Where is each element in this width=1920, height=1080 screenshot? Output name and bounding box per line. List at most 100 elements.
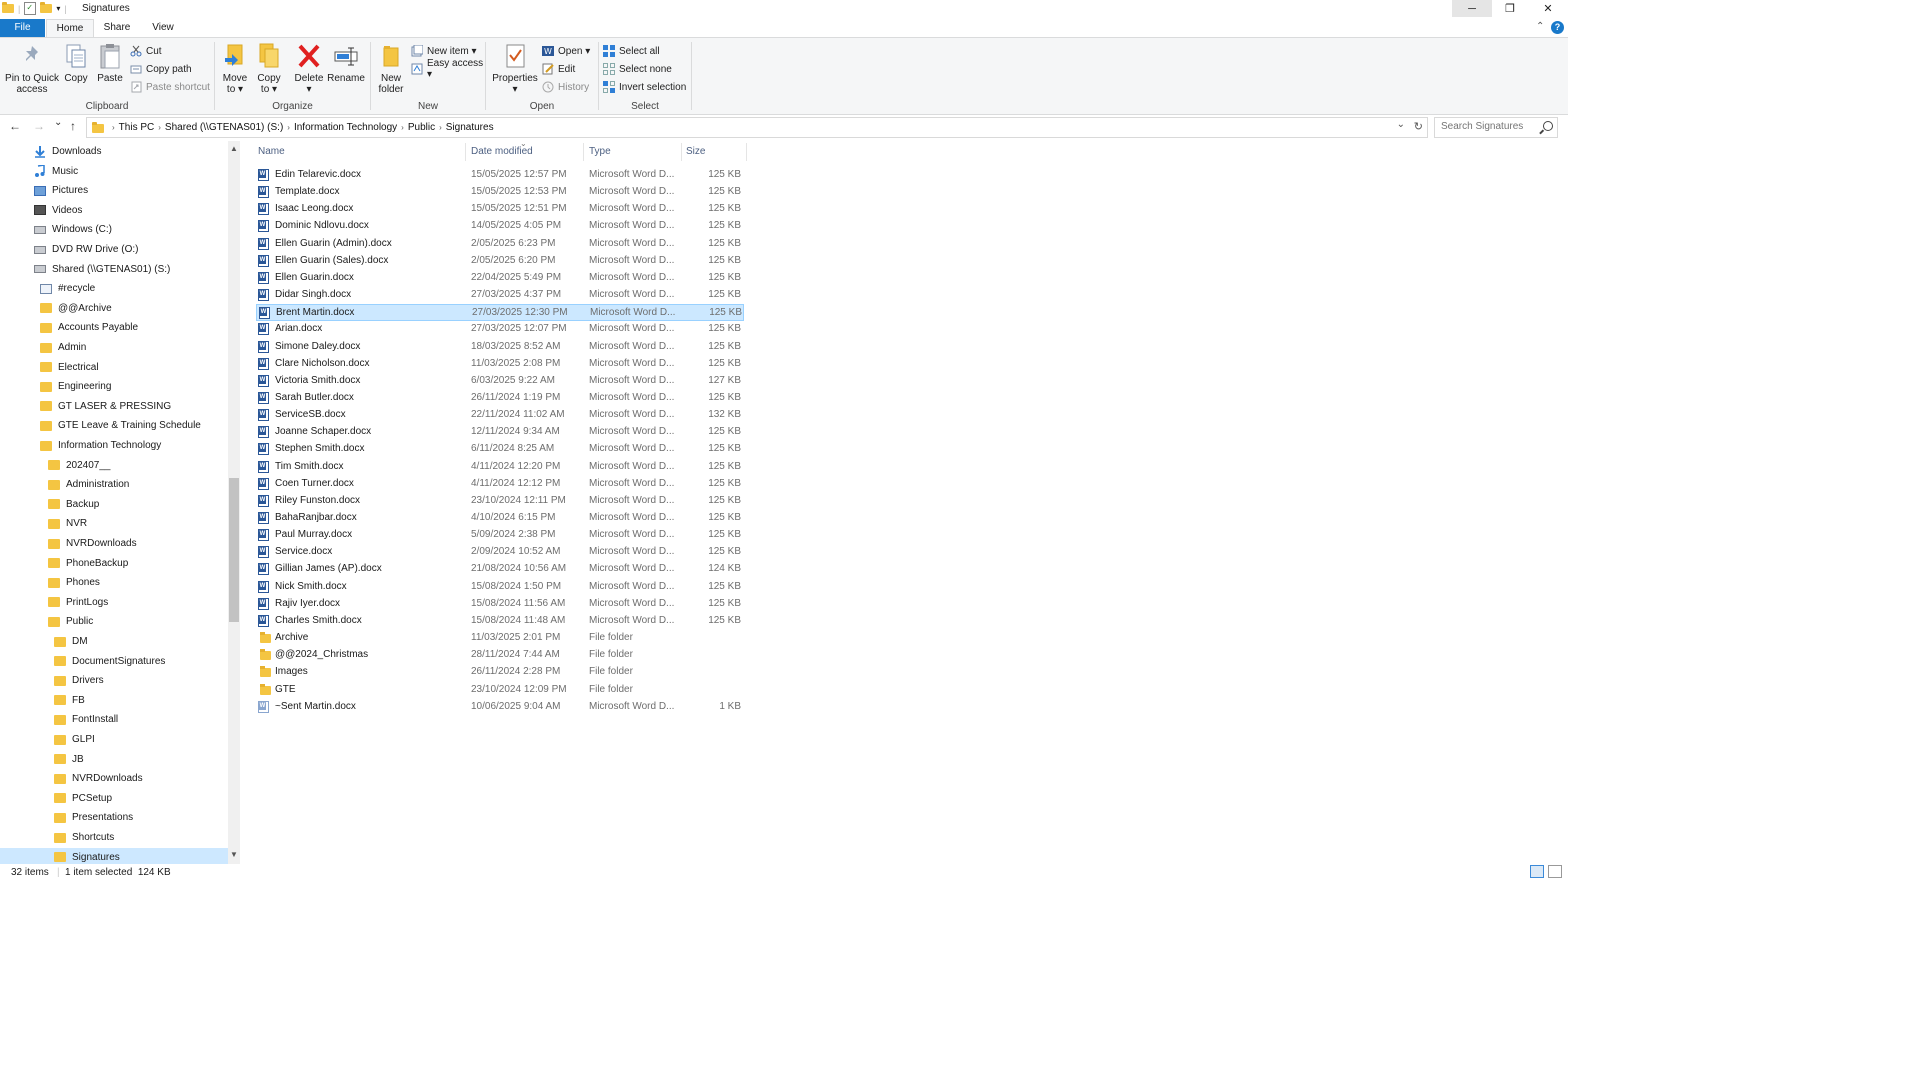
- file-row[interactable]: Archive 11/03/2025 2:01 PM File folder: [256, 630, 744, 647]
- file-row[interactable]: GTE 23/10/2024 12:09 PM File folder: [256, 682, 744, 699]
- file-row[interactable]: @@2024_Christmas 28/11/2024 7:44 AM File f…: [256, 647, 744, 664]
- file-row[interactable]: Isaac Leong.docx 15/05/2025 12:51 PM Micro…: [256, 201, 744, 218]
- nav-item[interactable]: Electrical: [40, 358, 99, 377]
- nav-item[interactable]: PrintLogs: [48, 593, 108, 612]
- nav-item[interactable]: #recycle: [40, 279, 95, 298]
- file-row[interactable]: Clare Nicholson.docx 11/03/2025 2:08 PM Mi…: [256, 356, 744, 373]
- nav-item[interactable]: Backup: [48, 495, 99, 514]
- nav-item[interactable]: DocumentSignatures: [54, 652, 165, 671]
- file-row[interactable]: Dominic Ndlovu.docx 14/05/2025 4:05 PM Mic…: [256, 218, 744, 235]
- nav-item[interactable]: GT LASER & PRESSING: [40, 397, 171, 416]
- copy-button[interactable]: Copy: [62, 42, 90, 84]
- nav-item[interactable]: Engineering: [40, 377, 111, 396]
- file-row[interactable]: Stephen Smith.docx 6/11/2024 8:25 AM Micro…: [256, 441, 744, 458]
- refresh-button[interactable]: ↻: [1414, 120, 1423, 133]
- nav-item[interactable]: Presentations: [54, 808, 133, 827]
- file-row[interactable]: Sarah Butler.docx 26/11/2024 1:19 PM Micro…: [256, 390, 744, 407]
- column-divider[interactable]: [465, 143, 466, 161]
- nav-item[interactable]: Accounts Payable: [40, 318, 138, 337]
- search-input[interactable]: [1435, 118, 1537, 135]
- nav-item[interactable]: 202407__: [48, 456, 111, 475]
- new-item-button[interactable]: New item ▾: [411, 44, 476, 58]
- nav-item[interactable]: Public: [48, 612, 93, 631]
- file-row[interactable]: Riley Funston.docx 23/10/2024 12:11 PM Mic…: [256, 493, 744, 510]
- collapse-ribbon-button[interactable]: ⌃: [1536, 21, 1544, 32]
- file-row[interactable]: Joanne Schaper.docx 12/11/2024 9:34 AM Mic…: [256, 424, 744, 441]
- breadcrumb-separator[interactable]: ›: [401, 123, 404, 132]
- file-row[interactable]: Didar Singh.docx 27/03/2025 4:37 PM Micros…: [256, 287, 744, 304]
- edit-button[interactable]: Edit: [542, 62, 575, 76]
- paste-button[interactable]: Paste: [96, 42, 124, 84]
- file-row[interactable]: Charles Smith.docx 15/08/2024 11:48 AM Mic…: [256, 613, 744, 630]
- address-dropdown-button[interactable]: ⌄: [1397, 119, 1405, 130]
- nav-item[interactable]: Information Technology: [40, 436, 161, 455]
- nav-scrollbar-thumb[interactable]: [229, 478, 239, 622]
- nav-item[interactable]: Shared (\\GTENAS01) (S:): [34, 260, 170, 279]
- nav-item[interactable]: FB: [54, 691, 85, 710]
- nav-item[interactable]: Windows (C:): [34, 220, 112, 239]
- file-row[interactable]: Images 26/11/2024 2:28 PM File folder: [256, 664, 744, 681]
- column-divider[interactable]: [583, 143, 584, 161]
- pin-to-quick-access-button[interactable]: Pin to Quick access: [4, 42, 60, 95]
- file-row[interactable]: Service.docx 2/09/2024 10:52 AM Microsoft …: [256, 544, 744, 561]
- breadcrumb-this-pc[interactable]: This PC: [119, 122, 155, 133]
- breadcrumb-separator[interactable]: ›: [287, 123, 290, 132]
- nav-item[interactable]: Administration: [48, 475, 129, 494]
- file-row[interactable]: Ellen Guarin.docx 22/04/2025 5:49 PM Micro…: [256, 270, 744, 287]
- up-button[interactable]: ↑: [70, 119, 76, 133]
- file-row[interactable]: Coen Turner.docx 4/11/2024 12:12 PM Micros…: [256, 476, 744, 493]
- back-button[interactable]: ←: [9, 119, 21, 133]
- history-button[interactable]: History: [542, 80, 589, 94]
- nav-item[interactable]: DM: [54, 632, 88, 651]
- easy-access-button[interactable]: Easy access ▾: [411, 58, 485, 80]
- file-row[interactable]: Ellen Guarin (Admin).docx 2/05/2025 6:23 …: [256, 236, 744, 253]
- select-none-button[interactable]: Select none: [603, 62, 672, 76]
- recent-locations-button[interactable]: ⌄: [54, 117, 62, 128]
- file-row[interactable]: Tim Smith.docx 4/11/2024 12:20 PM Microsof…: [256, 459, 744, 476]
- nav-item[interactable]: FontInstall: [54, 710, 118, 729]
- nav-item[interactable]: Admin: [40, 338, 86, 357]
- nav-item[interactable]: GLPI: [54, 730, 95, 749]
- file-row[interactable]: Victoria Smith.docx 6/03/2025 9:22 AM Micr…: [256, 373, 744, 390]
- nav-item[interactable]: Signatures: [0, 847, 228, 864]
- cut-button[interactable]: Cut: [130, 44, 162, 58]
- forward-button[interactable]: →: [33, 119, 45, 133]
- invert-selection-button[interactable]: Invert selection: [603, 80, 686, 94]
- tab-file[interactable]: File: [0, 19, 45, 37]
- file-row[interactable]: Gillian James (AP).docx 21/08/2024 10:56 …: [256, 561, 744, 578]
- file-row[interactable]: ServiceSB.docx 22/11/2024 11:02 AM Microso…: [256, 407, 744, 424]
- new-folder-button[interactable]: New folder: [373, 42, 409, 95]
- nav-item[interactable]: @@Archive: [40, 299, 112, 318]
- breadcrumb-separator[interactable]: ›: [158, 123, 161, 132]
- column-divider[interactable]: [681, 143, 682, 161]
- minimize-button[interactable]: ─: [1452, 0, 1492, 17]
- nav-item[interactable]: Shortcuts: [54, 828, 114, 847]
- file-row[interactable]: ~Sent Martin.docx 10/06/2025 9:04 AM Micro…: [256, 699, 744, 716]
- nav-scroll-down-button[interactable]: ▼: [228, 850, 240, 859]
- rename-button[interactable]: Rename: [327, 42, 365, 84]
- search-icon[interactable]: [1543, 121, 1553, 131]
- copy-path-button[interactable]: Copy path: [130, 62, 192, 76]
- nav-item[interactable]: DVD RW Drive (O:): [34, 240, 138, 259]
- delete-button[interactable]: Delete ▾: [293, 42, 325, 95]
- tab-view[interactable]: View: [146, 19, 180, 37]
- address-bar[interactable]: › This PC › Shared (\\GTENAS01) (S:) › I…: [86, 117, 1428, 138]
- file-row[interactable]: Edin Telarevic.docx 15/05/2025 12:57 PM Mi…: [256, 167, 744, 184]
- nav-item[interactable]: Pictures: [34, 181, 88, 200]
- maximize-button[interactable]: ❐: [1490, 0, 1530, 17]
- properties-button[interactable]: Properties ▾: [492, 42, 538, 95]
- nav-item[interactable]: NVRDownloads: [48, 534, 137, 553]
- file-row[interactable]: Arian.docx 27/03/2025 12:07 PM Microsoft W…: [256, 321, 744, 338]
- breadcrumb-shared-drive[interactable]: Shared (\\GTENAS01) (S:): [165, 122, 283, 133]
- nav-item[interactable]: Phones: [48, 573, 100, 592]
- column-divider[interactable]: [746, 143, 747, 161]
- open-button[interactable]: W Open ▾: [542, 44, 590, 58]
- column-header-size[interactable]: Size: [686, 141, 705, 163]
- file-row[interactable]: Simone Daley.docx 18/03/2025 8:52 AM Micro…: [256, 339, 744, 356]
- select-all-button[interactable]: Select all: [603, 44, 660, 58]
- tab-share[interactable]: Share: [100, 19, 134, 37]
- move-to-button[interactable]: Move to ▾: [219, 42, 251, 95]
- file-row[interactable]: Rajiv Iyer.docx 15/08/2024 11:56 AM Micros…: [256, 596, 744, 613]
- nav-item[interactable]: Music: [34, 162, 78, 181]
- new-folder-icon[interactable]: [40, 2, 53, 13]
